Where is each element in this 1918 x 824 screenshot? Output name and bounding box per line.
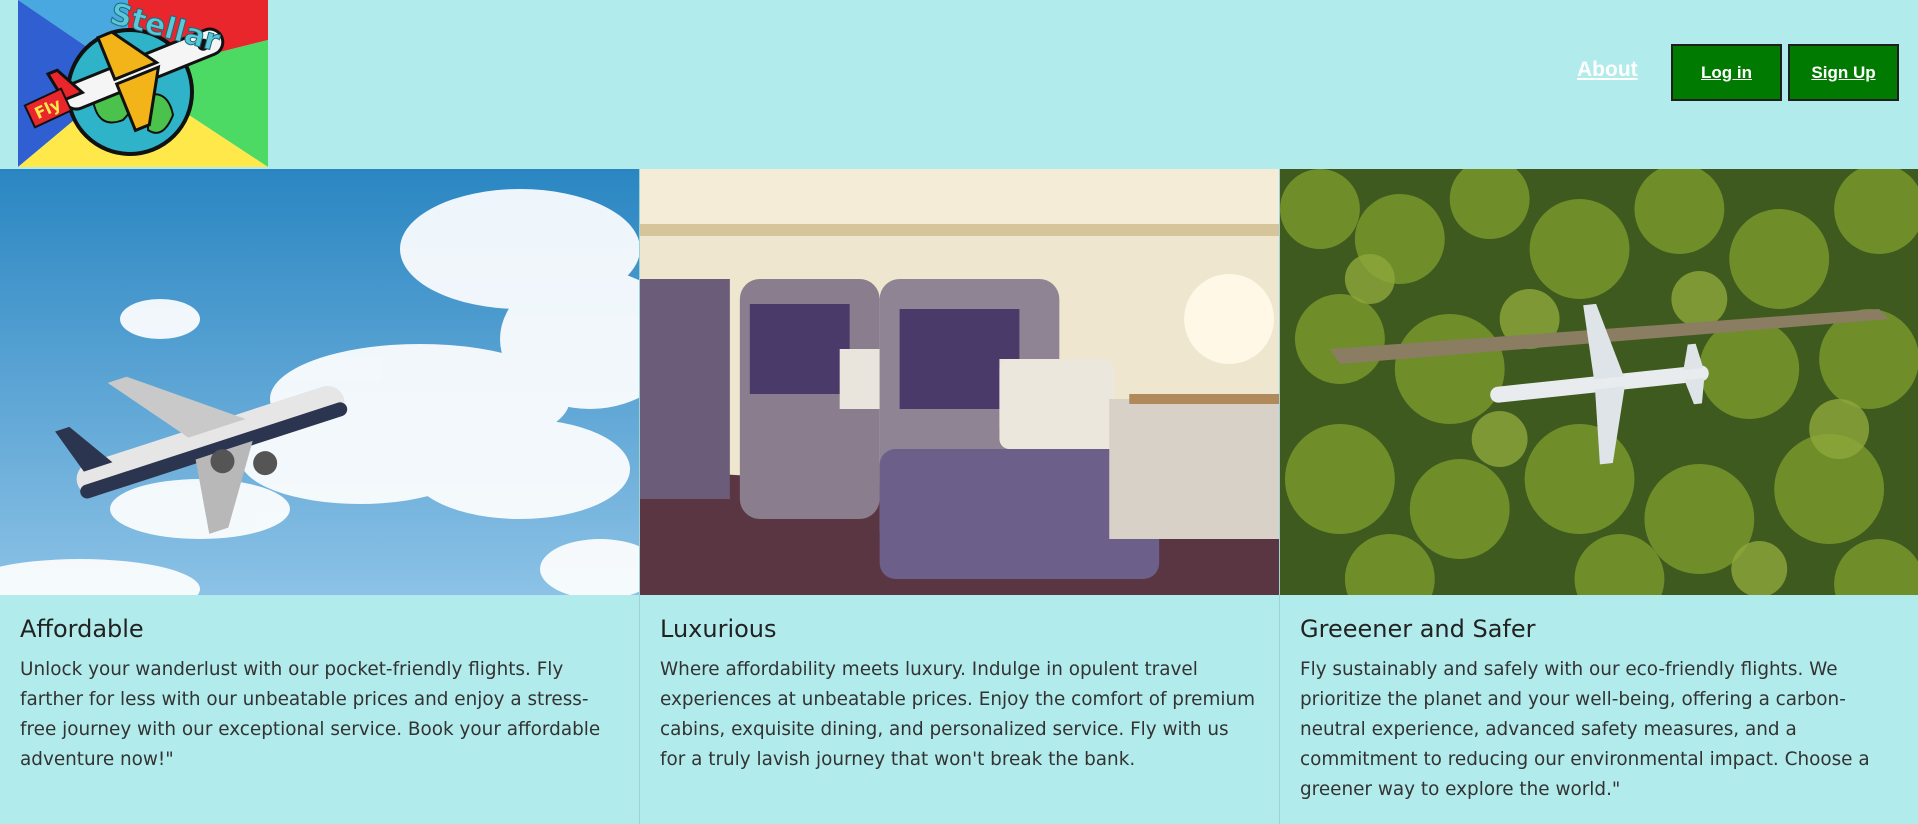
plane-over-forest-photo [1280, 169, 1918, 595]
feature-cards: Affordable Unlock your wanderlust with o… [0, 169, 1918, 824]
luxury-cabin-seats-photo [640, 169, 1279, 595]
card-text: Where affordability meets luxury. Indulg… [660, 659, 1256, 770]
airplane-in-sky-photo [0, 169, 639, 595]
nav-about-link[interactable]: About [1577, 58, 1638, 82]
card-title: Luxurious [660, 615, 777, 643]
signup-button[interactable]: Sign Up [1788, 44, 1899, 101]
card-greener-safer: Greeener and Safer Fly sustainably and s… [1279, 169, 1918, 824]
card-title: Greeener and Safer [1300, 615, 1536, 643]
card-text: Unlock your wanderlust with our pocket-f… [20, 659, 601, 770]
card-text: Fly sustainably and safely with our eco-… [1300, 659, 1870, 800]
card-title: Affordable [20, 615, 144, 643]
card-affordable: Affordable Unlock your wanderlust with o… [0, 169, 639, 824]
login-button[interactable]: Log in [1671, 44, 1782, 101]
card-luxurious: Luxurious Where affordability meets luxu… [639, 169, 1279, 824]
stellar-fly-logo[interactable]: Stellar Fly [18, 0, 268, 167]
site-header: Stellar Fly About Log in Sign Up [0, 0, 1918, 169]
